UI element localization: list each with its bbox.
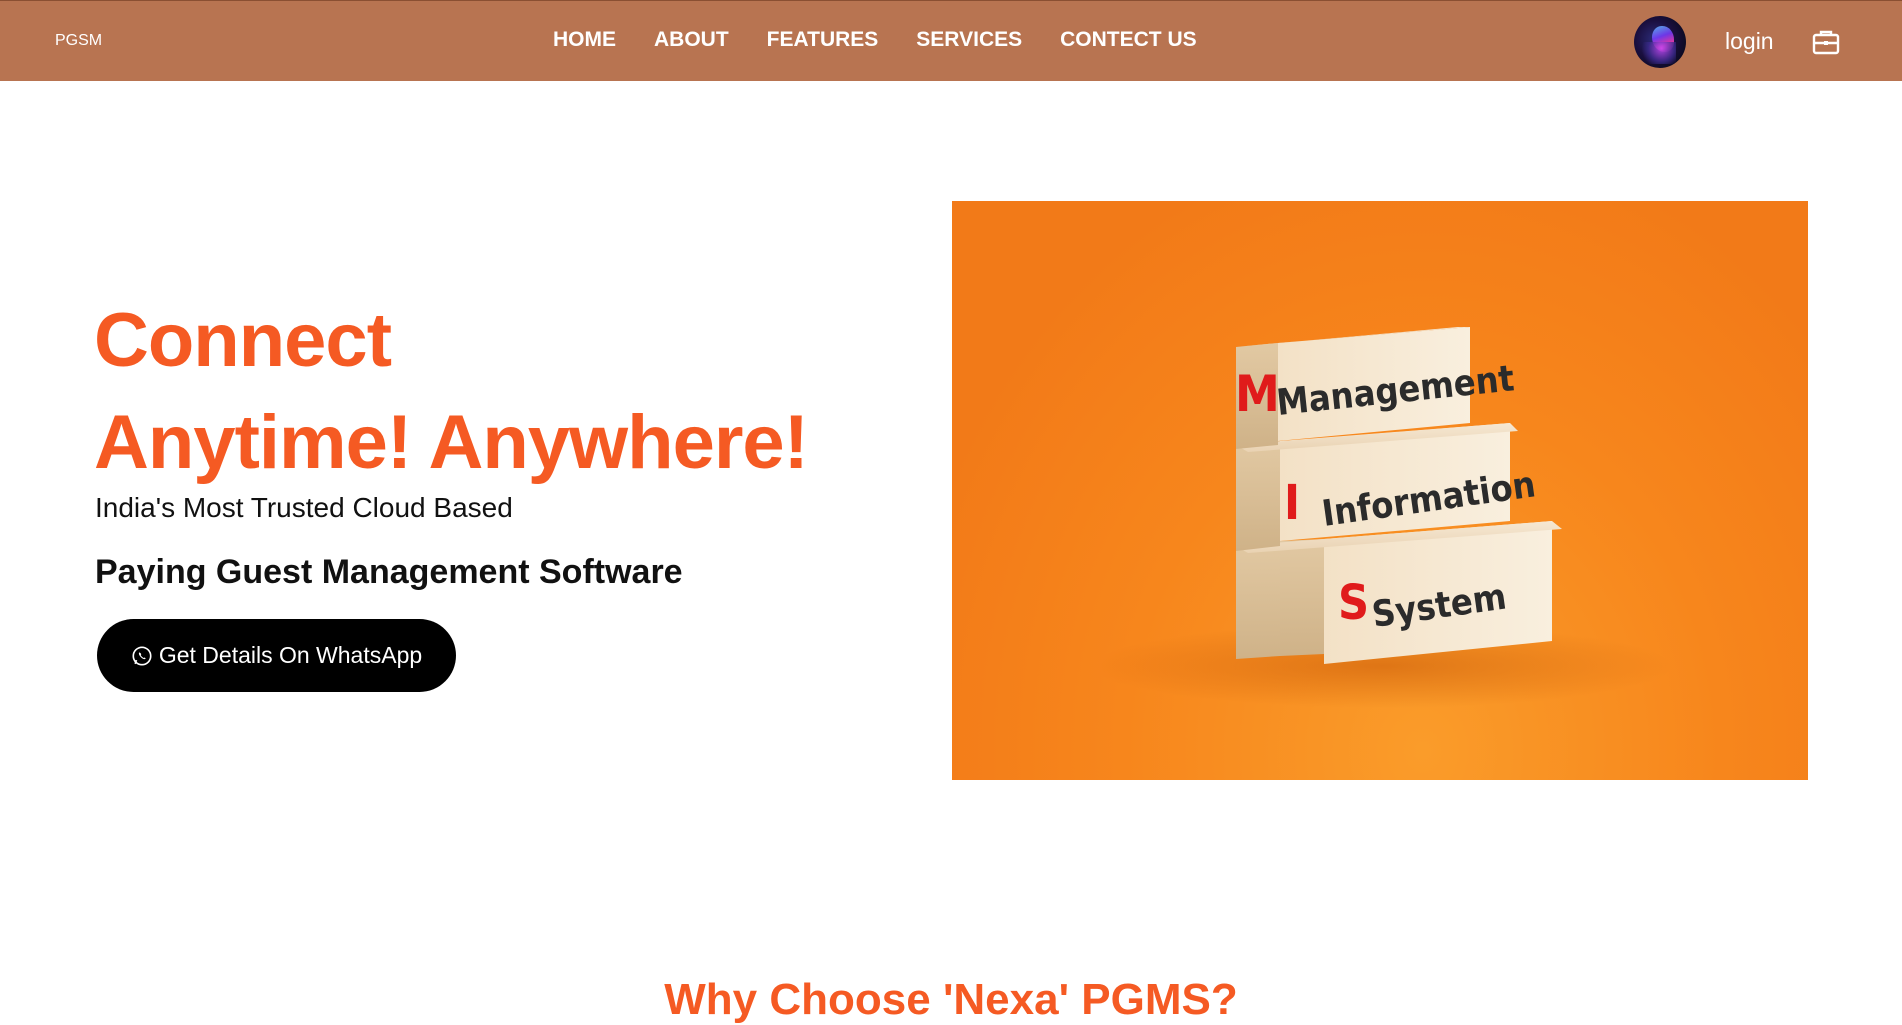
whatsapp-icon [132,645,152,666]
whatsapp-cta-label: Get Details On WhatsApp [158,642,423,668]
nav-contact[interactable]: CONTECT US [1060,28,1197,52]
hero-image: S System I Information M Management [952,201,1808,780]
brand-logo[interactable]: PGSM [55,32,102,50]
whatsapp-cta-button[interactable]: Get Details On WhatsApp [97,619,456,692]
main-nav: HOME ABOUT FEATURES SERVICES CONTECT US [553,28,1197,52]
nav-services[interactable]: SERVICES [916,28,1022,52]
login-link[interactable]: login [1725,28,1774,55]
hero-subtitle: India's Most Trusted Cloud Based [95,492,513,523]
nav-about[interactable]: ABOUT [654,28,729,52]
hero-title: Connect Anytime! Anywhere! [94,290,809,494]
nav-home[interactable]: HOME [553,28,616,52]
briefcase-icon[interactable] [1812,29,1840,55]
svg-text:S: S [1338,575,1369,631]
hero-title-line2: Anytime! Anywhere! [94,400,809,485]
hero-product-name: Paying Guest Management Software [95,553,683,591]
why-choose-heading: Why Choose 'Nexa' PGMS? [664,975,1238,1024]
nav-features[interactable]: FEATURES [767,28,879,52]
svg-text:M: M [1235,365,1280,423]
hero-title-line1: Connect [94,298,392,383]
top-navbar: PGSM HOME ABOUT FEATURES SERVICES CONTEC… [0,0,1902,81]
user-avatar[interactable] [1634,16,1686,68]
svg-text:I: I [1284,475,1300,531]
